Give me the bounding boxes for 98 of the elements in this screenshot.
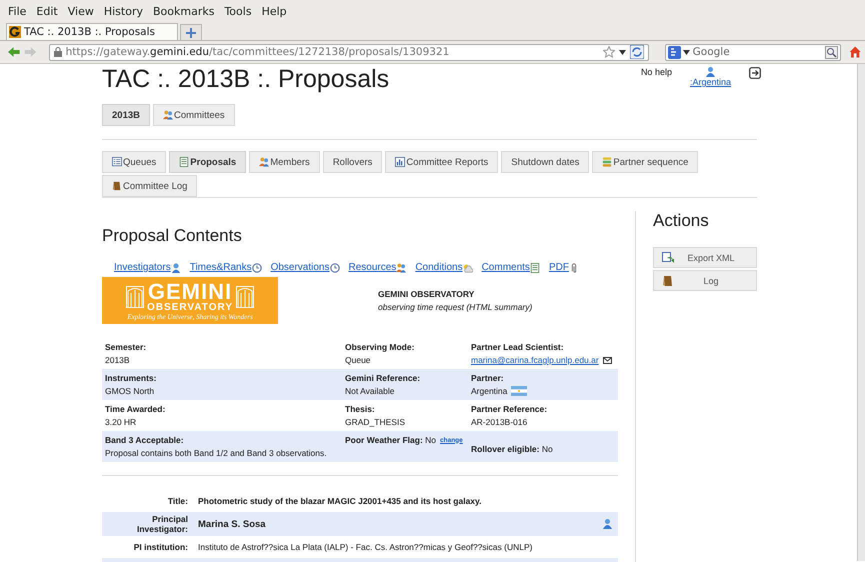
menu-item[interactable]: View (68, 4, 94, 18)
field-value: Proposal contains both Band 1/2 and Band 3 observations. (105, 448, 328, 458)
page-title: TAC :. 2013B :. Proposals (102, 64, 390, 94)
star-icon (602, 46, 615, 58)
action-button[interactable]: Export XML (653, 247, 757, 268)
flag-icon (511, 386, 528, 396)
field-value: 3.20 HR (105, 417, 138, 427)
stack-icon (602, 157, 612, 167)
nav-tab[interactable]: Committee Reports (385, 151, 498, 173)
field-label: Partner Reference: (471, 404, 548, 414)
g-icon (9, 26, 21, 38)
section-link[interactable]: Observations (270, 262, 330, 273)
menu-item[interactable]: Tools (224, 4, 252, 18)
field-label: Observing Mode: (345, 342, 416, 352)
nav-tab[interactable]: Committee Log (102, 175, 198, 197)
menu-item[interactable]: Edit (36, 4, 58, 18)
nav-tab[interactable]: Rollovers (322, 151, 382, 173)
org-name: GEMINI OBSERVATORY (378, 289, 476, 299)
field-value: Not Available (345, 386, 396, 396)
field-label: Time Awarded: (105, 404, 166, 414)
field-value: 2013B (105, 355, 131, 365)
field-value: Rollover eligible: No (471, 444, 553, 454)
document-icon (530, 262, 540, 272)
nav-tab[interactable]: Partner sequence (592, 151, 698, 173)
field-label: Partner Lead Scientist: (471, 342, 565, 352)
field-label: Title: (166, 496, 189, 506)
nav-tab[interactable]: Queues (102, 151, 166, 173)
field-value: Photometric study of the blazar MAGIC J2001+435 and its host galaxy. (198, 496, 482, 506)
field-value: GRAD_THESIS (345, 417, 406, 427)
people-icon (396, 262, 406, 272)
list-icon (112, 157, 122, 167)
menu-item[interactable]: Bookmarks (152, 4, 214, 18)
people-icon (163, 110, 173, 120)
field-label: PI institution: (132, 542, 189, 552)
people-icon (259, 157, 270, 167)
document-icon (179, 157, 190, 167)
clock-icon (252, 262, 262, 272)
lock-icon (54, 47, 62, 57)
summary-subtitle: observing time request (HTML summary) (378, 302, 532, 312)
telescope-icon (236, 286, 254, 308)
nav-tab[interactable]: Shutdown dates (501, 151, 590, 173)
export-icon (662, 252, 674, 264)
nav-tab[interactable]: Members (249, 151, 320, 173)
section-title: Proposal Contents (102, 226, 243, 246)
menu-item[interactable]: Help (262, 4, 287, 18)
email-link[interactable]: marina@carina.fcaglp.unlp.edu.ar (471, 355, 599, 365)
action-button[interactable]: Log (653, 270, 757, 291)
section-link[interactable]: Resources (348, 262, 396, 273)
search-icon (824, 46, 838, 58)
section-link[interactable]: Times&Ranks (190, 262, 252, 273)
logo-subtitle: OBSERVATORY (146, 302, 233, 312)
user-link[interactable]: :Argentina (690, 77, 731, 87)
nav-tab[interactable]: Committees (153, 104, 235, 126)
field-label: Partner: (471, 373, 505, 383)
field-value: Queue (345, 355, 372, 365)
dropdown-icon (682, 50, 690, 54)
field-value: Marina S. Sosa (198, 518, 267, 530)
browser-tab[interactable]: TAC :. 2013B :. Proposals (6, 23, 178, 40)
field-label: Gemini Reference: (345, 373, 422, 383)
url-text: https://gateway.gemini.edu/tac/committees/1272138/proposals/1309321 (66, 46, 450, 58)
help-text: No help (640, 67, 672, 77)
person-icon (170, 262, 181, 272)
field-label: Principal Investigator: (136, 514, 189, 534)
envelope-icon (602, 356, 612, 364)
new-tab-button[interactable] (180, 24, 202, 40)
logout-icon[interactable] (749, 67, 761, 79)
field-label: Semester: (105, 342, 148, 352)
book-icon (112, 181, 122, 191)
field-label: Band 3 Acceptable: (105, 435, 185, 445)
book-icon (662, 274, 674, 286)
scrollbar[interactable] (857, 64, 865, 561)
section-link[interactable]: Investigators (114, 262, 171, 273)
dropdown-icon (618, 50, 626, 54)
actions-title: Actions (653, 211, 710, 231)
address-field[interactable]: https://gateway.gemini.edu/tac/committees/1272138/proposals/1309321 (48, 44, 649, 60)
section-link[interactable]: Conditions (415, 262, 463, 273)
field-value: GMOS North (105, 386, 156, 396)
nav-tab[interactable]: Proposals (169, 151, 246, 173)
logo-name: GEMINI (148, 280, 232, 302)
field-label: Instruments: (105, 373, 158, 383)
bar-chart-icon (395, 157, 406, 167)
user-icon (706, 67, 715, 77)
clock-icon (330, 262, 340, 272)
person-icon (603, 519, 612, 529)
field-value: Instituto de Astrof??sica La Plata (IALP) - Fac. Cs. Astron??micas y Geof??sicas (UNLP) (198, 542, 534, 552)
plus-icon (186, 28, 196, 38)
menu-item[interactable]: File (8, 4, 26, 18)
section-link[interactable]: Comments (482, 262, 530, 273)
cloud-icon (462, 262, 473, 272)
nav-tab[interactable]: 2013B (102, 104, 150, 126)
telescope-icon (126, 286, 144, 308)
reload-icon (630, 45, 644, 59)
section-link[interactable]: PDF (548, 262, 569, 273)
field-label: Thesis: (345, 404, 376, 414)
field-value: AR-2013B-016 (471, 417, 528, 427)
field-value: Argentina (471, 386, 508, 396)
menu-item[interactable]: History (104, 4, 143, 18)
field-value: Poor Weather Flag: No (345, 435, 436, 445)
